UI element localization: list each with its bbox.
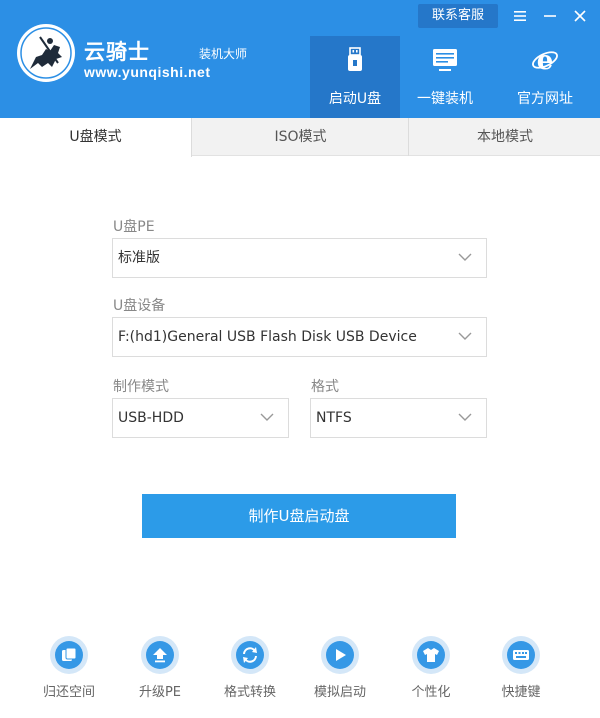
brand-name: 云骑士 <box>84 40 150 64</box>
tab-local-mode[interactable]: 本地模式 <box>410 118 600 156</box>
restore-space-icon <box>50 636 88 674</box>
pe-select-value: 标准版 <box>118 250 160 266</box>
tool-shortcut-keys-label: 快捷键 <box>501 685 541 700</box>
pe-label: U盘PE <box>113 219 155 235</box>
format-select-value: NTFS <box>316 410 352 426</box>
nav-boot-usb[interactable]: 启动U盘 <box>310 36 400 118</box>
usb-icon <box>341 46 369 74</box>
minimize-icon[interactable] <box>540 6 560 26</box>
device-select-value: F:(hd1)General USB Flash Disk USB Device <box>118 329 417 345</box>
personalize-icon <box>412 636 450 674</box>
keyboard-icon <box>502 636 540 674</box>
brand-subtitle: 装机大师 <box>199 47 248 61</box>
tool-format-convert[interactable]: 格式转换 <box>210 636 290 706</box>
nav-boot-usb-label: 启动U盘 <box>328 91 382 107</box>
tool-simulate-boot[interactable]: 模拟启动 <box>300 636 380 706</box>
tool-simulate-boot-label: 模拟启动 <box>313 685 366 700</box>
format-select[interactable]: NTFS <box>310 398 487 438</box>
tab-iso-mode[interactable]: ISO模式 <box>193 118 409 156</box>
tab-usb-mode[interactable]: U盘模式 <box>0 118 192 157</box>
nav-official-site[interactable]: e 官方网址 <box>500 36 590 118</box>
nav-one-click-install[interactable]: 一键装机 <box>400 36 490 118</box>
tool-shortcut-keys[interactable]: 快捷键 <box>481 636 561 706</box>
nav-one-click-install-label: 一键装机 <box>417 91 473 107</box>
close-icon[interactable] <box>570 6 590 26</box>
app-header: 云骑士 装机大师 www.yunqishi.net 联系客服 启动U盘 一键装机… <box>0 0 600 118</box>
tool-personalize-label: 个性化 <box>411 685 451 700</box>
chevron-down-icon <box>458 332 472 340</box>
contact-support-button[interactable]: 联系客服 <box>418 4 498 28</box>
device-select[interactable]: F:(hd1)General USB Flash Disk USB Device <box>112 317 487 357</box>
ie-icon: e <box>531 46 559 76</box>
format-label: 格式 <box>311 379 339 395</box>
svg-text:e: e <box>537 46 554 74</box>
mode-select[interactable]: USB-HDD <box>112 398 289 438</box>
upgrade-icon <box>141 636 179 674</box>
chevron-down-icon <box>458 413 472 421</box>
menu-icon[interactable] <box>510 6 530 26</box>
monitor-icon <box>431 46 459 74</box>
convert-icon <box>231 636 269 674</box>
tool-personalize[interactable]: 个性化 <box>391 636 471 706</box>
tool-upgrade-pe[interactable]: 升级PE <box>120 636 200 706</box>
chevron-down-icon <box>260 413 274 421</box>
tool-format-convert-label: 格式转换 <box>223 685 276 700</box>
chevron-down-icon <box>458 253 472 261</box>
knight-logo-icon <box>16 23 76 83</box>
tool-restore-space-label: 归还空间 <box>42 685 95 700</box>
tool-restore-space[interactable]: 归还空间 <box>29 636 109 706</box>
mode-tabs: U盘模式 ISO模式 本地模式 <box>0 118 600 157</box>
device-label: U盘设备 <box>113 298 166 314</box>
mode-label: 制作模式 <box>113 379 169 395</box>
make-boot-usb-button[interactable]: 制作U盘启动盘 <box>142 494 456 538</box>
simulate-boot-icon <box>321 636 359 674</box>
mode-select-value: USB-HDD <box>118 410 184 426</box>
brand-url: www.yunqishi.net <box>84 64 211 80</box>
tool-upgrade-pe-label: 升级PE <box>138 685 182 700</box>
pe-select[interactable]: 标准版 <box>112 238 487 278</box>
nav-official-site-label: 官方网址 <box>517 91 573 107</box>
